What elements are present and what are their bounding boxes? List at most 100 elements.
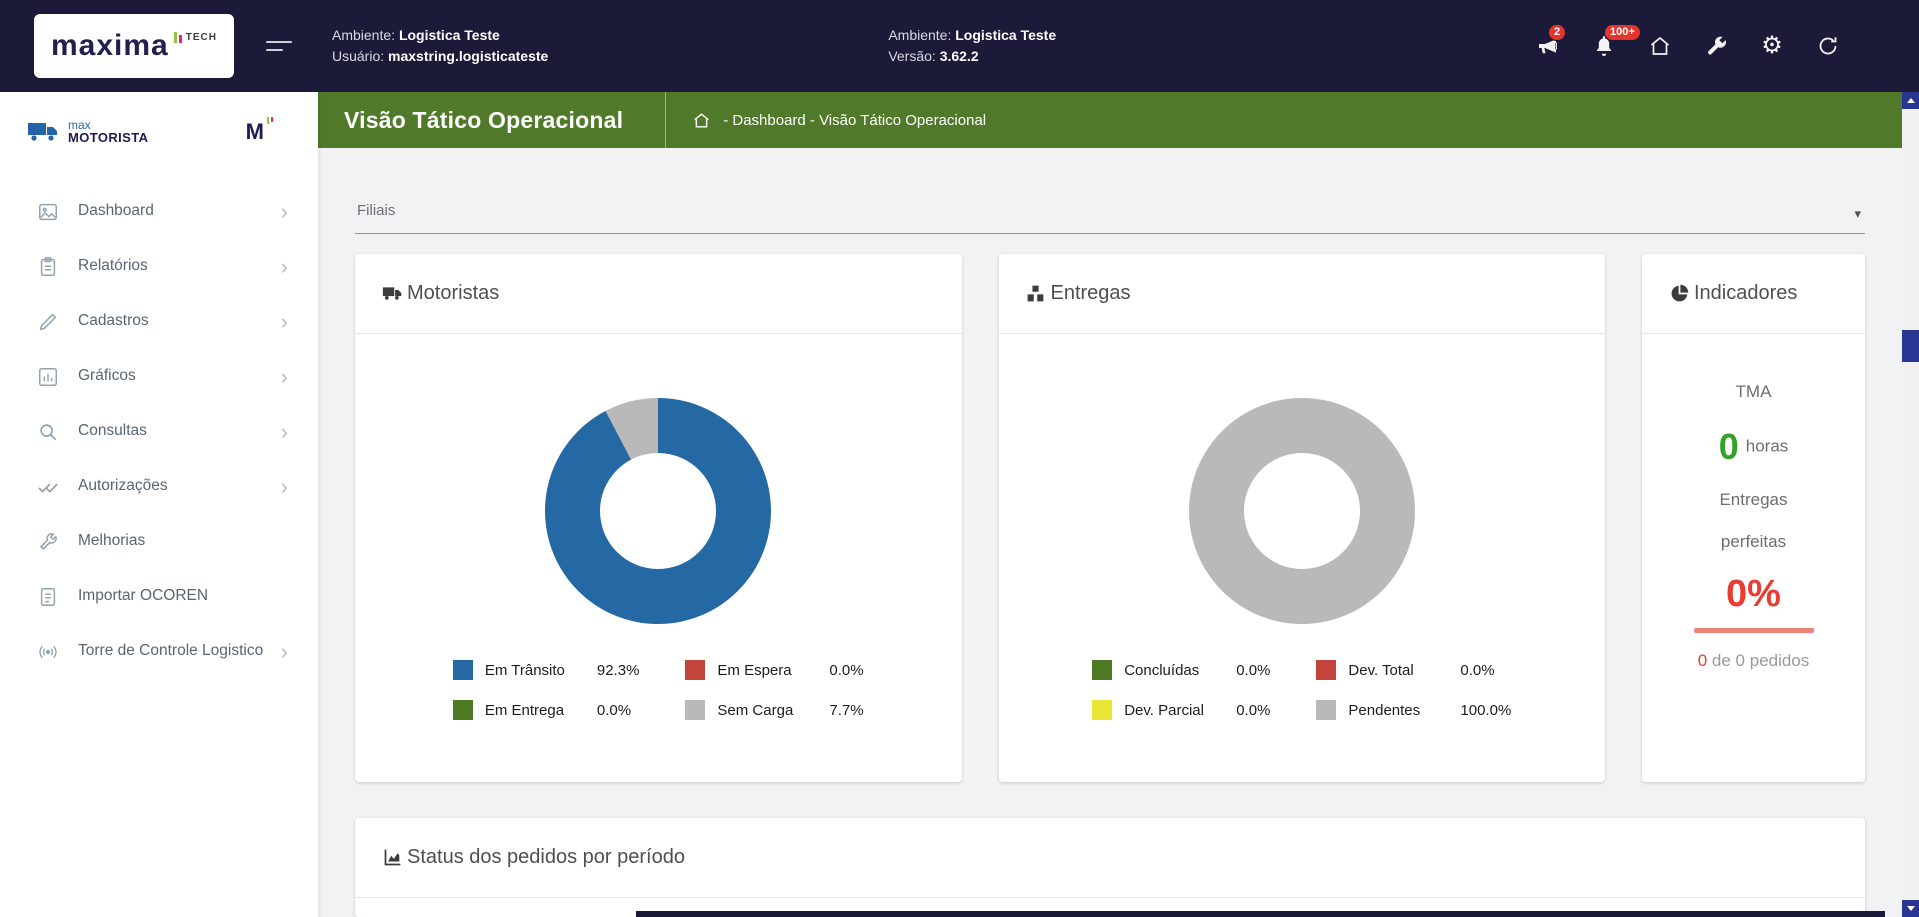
- home-icon[interactable]: [1647, 33, 1673, 59]
- truck-logo-icon: [26, 119, 60, 145]
- legend-value: 0.0%: [1460, 662, 1494, 679]
- breadcrumb-home-icon[interactable]: [692, 111, 711, 130]
- topbar-actions: 2 100+ ⚙: [1535, 33, 1841, 59]
- legend-label: Dev. Total: [1348, 662, 1460, 679]
- entregas-card: Entregas Concluídas 0.0% Dev. Tota: [999, 254, 1606, 782]
- legend-value: 0.0%: [829, 662, 863, 679]
- versao-value: 3.62.2: [940, 48, 979, 64]
- sidebar-item-dashboard[interactable]: Dashboard ›: [0, 184, 318, 239]
- chevron-right-icon: ›: [281, 256, 288, 278]
- scrollbar-track[interactable]: [1902, 109, 1919, 900]
- tma-label: TMA: [1642, 382, 1865, 402]
- perfect-deliveries-percent: 0%: [1642, 574, 1865, 616]
- legend-label: Em Espera: [717, 662, 829, 679]
- legend-value: 7.7%: [829, 702, 863, 719]
- logo-motorista-text: MOTORISTA: [68, 131, 148, 145]
- status-pedidos-card-header: Status dos pedidos por período: [355, 818, 1865, 898]
- versao-label: Versão:: [888, 48, 935, 64]
- ambiente2-value: Logistica Teste: [955, 27, 1056, 43]
- motoristas-card-header: Motoristas: [355, 254, 962, 334]
- chevron-right-icon: ›: [281, 421, 288, 443]
- sidebar-item-graficos[interactable]: Gráficos ›: [0, 349, 318, 404]
- legend-item: Sem Carga 7.7%: [685, 700, 863, 720]
- scrollbar-up-button[interactable]: [1902, 92, 1919, 109]
- sidebar-item-label: Melhorias: [78, 531, 281, 551]
- vertical-scrollbar[interactable]: [1902, 92, 1919, 917]
- entregas-legend: Concluídas 0.0% Dev. Total 0.0% Dev. Par…: [1092, 660, 1511, 720]
- indicadores-card: Indicadores TMA 0horas Entregas perfeita…: [1642, 254, 1865, 782]
- entregas-donut-chart: [1189, 398, 1415, 624]
- header-divider: [665, 92, 666, 148]
- sidebar-item-relatorios[interactable]: Relatórios ›: [0, 239, 318, 294]
- sidebar-item-label: Gráficos: [78, 366, 281, 386]
- environment-version-info: Ambiente: Logistica Teste Versão: 3.62.2: [888, 25, 1056, 67]
- legend-value: 0.0%: [1236, 702, 1270, 719]
- max-motorista-logo: max MOTORISTA M: [0, 92, 318, 172]
- image-icon: [36, 200, 60, 224]
- double-check-icon: [36, 475, 60, 499]
- dashboard-cards-row: Motoristas Em Trânsito 92.3% Em Es: [355, 254, 1865, 782]
- perfect-deliveries-line2: perfeitas: [1642, 532, 1865, 552]
- refresh-icon[interactable]: [1815, 33, 1841, 59]
- scrollbar-down-button[interactable]: [1902, 900, 1919, 917]
- legend-label: Sem Carga: [717, 702, 829, 719]
- legend-value: 0.0%: [597, 702, 631, 719]
- sidebar-item-autorizacoes[interactable]: Autorizações ›: [0, 459, 318, 514]
- settings-gear-icon[interactable]: ⚙: [1759, 33, 1785, 59]
- chevron-right-icon: ›: [281, 201, 288, 223]
- sidebar-item-importar-ocoren[interactable]: Importar OCOREN ›: [0, 569, 318, 624]
- announcements-icon[interactable]: 2: [1535, 33, 1561, 59]
- legend-swatch: [453, 700, 473, 720]
- legend-label: Em Entrega: [485, 702, 597, 719]
- menu-toggle-icon[interactable]: [266, 35, 292, 57]
- filiais-select[interactable]: Filiais ▾: [355, 194, 1865, 234]
- entregas-card-header: Entregas: [999, 254, 1606, 334]
- legend-item: Em Espera 0.0%: [685, 660, 863, 680]
- pedidos-text: de 0 pedidos: [1712, 651, 1809, 670]
- wrench-icon: [36, 530, 60, 554]
- perfect-deliveries-line1: Entregas: [1642, 490, 1865, 510]
- legend-swatch: [1316, 660, 1336, 680]
- legend-swatch: [1092, 660, 1112, 680]
- sidebar-item-melhorias[interactable]: Melhorias ›: [0, 514, 318, 569]
- app-window: maxima TECH Ambiente: Logistica Teste Us…: [0, 0, 1919, 917]
- pedidos-summary: 0 de 0 pedidos: [1642, 651, 1865, 671]
- bar-chart-icon: [36, 365, 60, 389]
- sidebar-item-consultas[interactable]: Consultas ›: [0, 404, 318, 459]
- chevron-right-icon: ›: [281, 476, 288, 498]
- sidebar-nav: Dashboard › Relatórios › Cadastros ›: [0, 172, 318, 679]
- motoristas-card: Motoristas Em Trânsito 92.3% Em Es: [355, 254, 962, 782]
- document-icon: [36, 585, 60, 609]
- logo-brand-text: maxima: [51, 31, 169, 61]
- sidebar-item-cadastros[interactable]: Cadastros ›: [0, 294, 318, 349]
- legend-item: Em Trânsito 92.3%: [453, 660, 640, 680]
- topbar: maxima TECH Ambiente: Logistica Teste Us…: [0, 0, 1919, 92]
- packages-icon: [1025, 283, 1047, 305]
- logo-bar-green: [174, 32, 177, 43]
- legend-swatch: [685, 700, 705, 720]
- ambiente-value: Logistica Teste: [399, 27, 500, 43]
- sidebar-item-label: Relatórios: [78, 256, 281, 276]
- chevron-right-icon: ›: [281, 366, 288, 388]
- scrollbar-thumb[interactable]: [1902, 330, 1919, 362]
- clipboard-icon: [36, 255, 60, 279]
- legend-item: Pendentes 100.0%: [1316, 700, 1511, 720]
- logo-bar-pink: [179, 35, 182, 43]
- indicadores-card-title: Indicadores: [1694, 282, 1797, 305]
- tma-value-row: 0horas: [1642, 426, 1865, 468]
- usuario-value: maxstring.logisticateste: [388, 48, 548, 64]
- m-mark-logo: M: [246, 121, 264, 143]
- legend-value: 0.0%: [1236, 662, 1270, 679]
- page-header: Visão Tático Operacional - Dashboard - V…: [318, 92, 1902, 148]
- tools-wrench-icon[interactable]: [1703, 33, 1729, 59]
- motoristas-donut-chart: [545, 398, 771, 624]
- indicadores-body: TMA 0horas Entregas perfeitas 0% 0 de 0 …: [1642, 334, 1865, 671]
- notifications-bell-icon[interactable]: 100+: [1591, 33, 1617, 59]
- usuario-label: Usuário:: [332, 48, 384, 64]
- page-title: Visão Tático Operacional: [344, 107, 623, 134]
- sidebar-item-label: Torre de Controle Logistico: [78, 641, 281, 661]
- sidebar-item-torre-de-controle[interactable]: Torre de Controle Logistico ›: [0, 624, 318, 679]
- bottom-bar: [636, 911, 1885, 917]
- legend-value: 100.0%: [1460, 702, 1511, 719]
- notifications-badge: 100+: [1604, 24, 1641, 41]
